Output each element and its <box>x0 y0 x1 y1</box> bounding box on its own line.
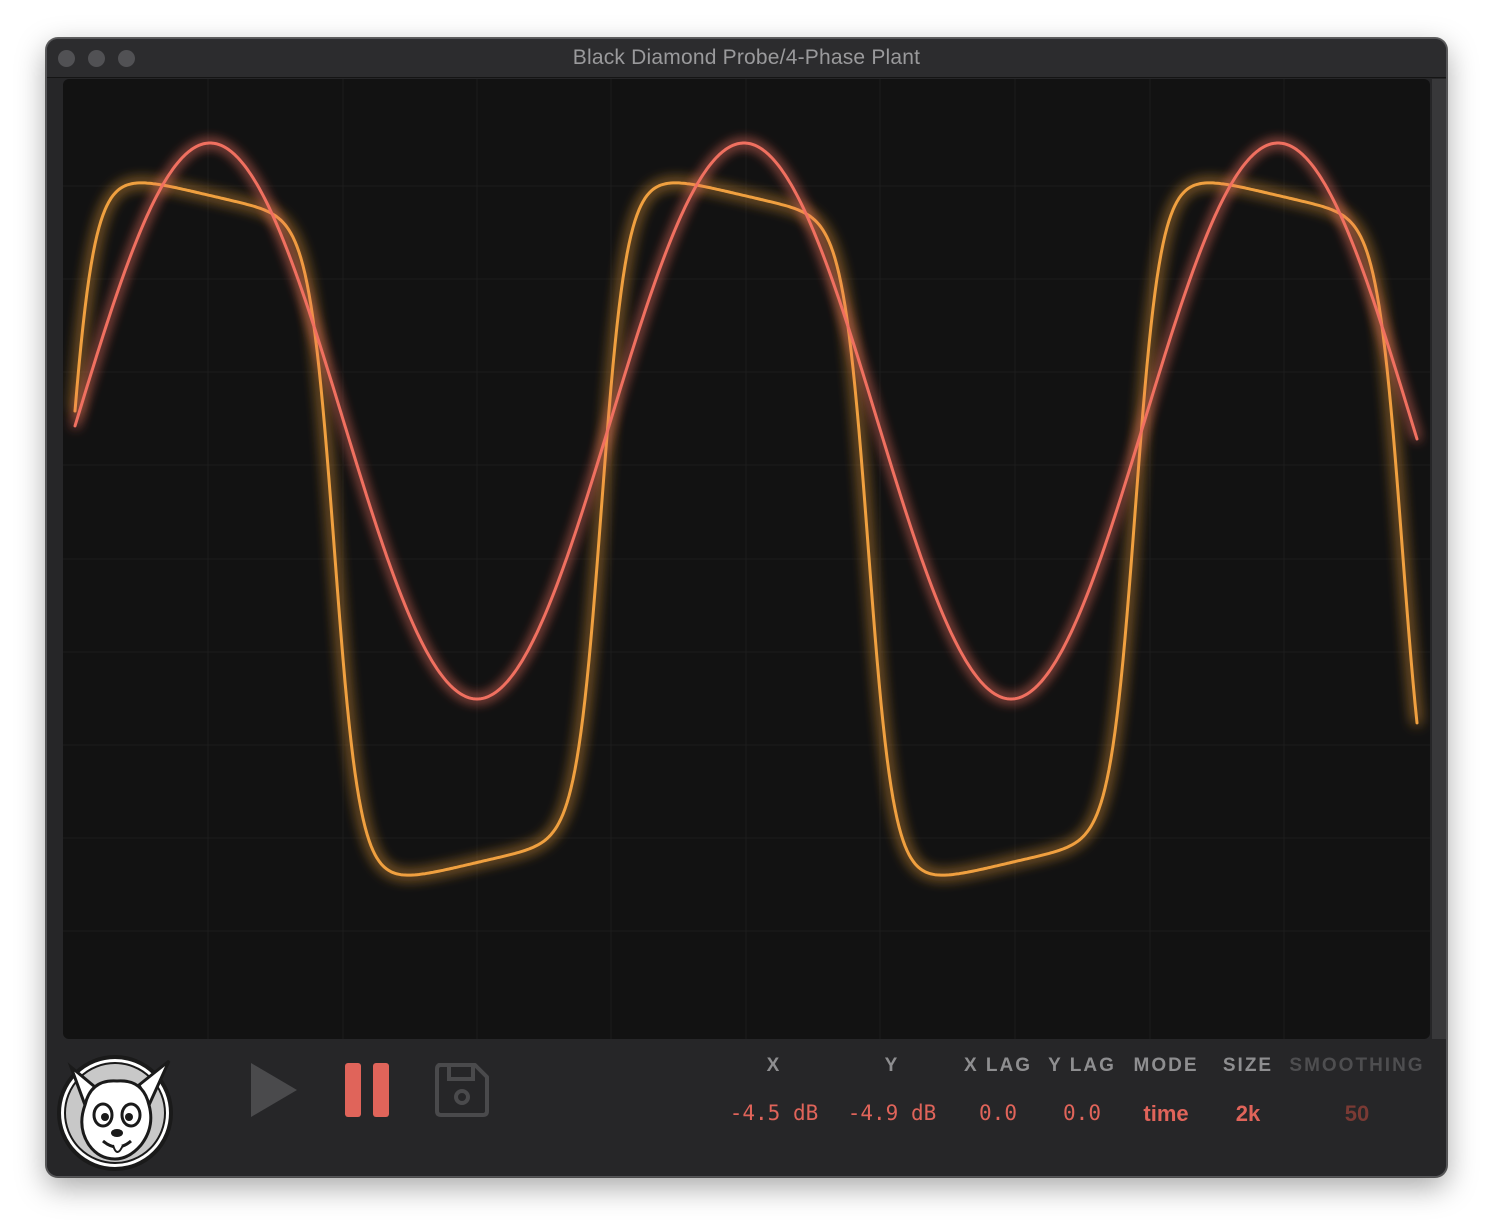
mode-value[interactable]: time <box>1130 1101 1202 1127</box>
y-lag-value[interactable]: 0.0 <box>1046 1101 1118 1125</box>
play-button[interactable] <box>247 1061 299 1124</box>
x-lag-value[interactable]: 0.0 <box>962 1101 1034 1125</box>
scope-grid <box>63 79 1430 1039</box>
play-icon <box>251 1063 297 1117</box>
scope-svg <box>63 79 1430 1039</box>
y-label: Y <box>884 1055 900 1076</box>
size-label: SIZE <box>1222 1055 1274 1076</box>
x-label: X <box>766 1055 782 1076</box>
save-button[interactable] <box>433 1061 491 1124</box>
smoothing-value[interactable]: 50 <box>1317 1101 1397 1127</box>
window-title: Black Diamond Probe/4-Phase Plant <box>572 46 921 69</box>
y-lag-label: Y LAG <box>1048 1055 1116 1076</box>
title-bar[interactable]: Black Diamond Probe/4-Phase Plant <box>47 39 1446 78</box>
mascot-logo <box>51 1047 179 1176</box>
mode-label: MODE <box>1133 1055 1199 1076</box>
oscilloscope-display[interactable] <box>63 79 1430 1039</box>
scope-scrollbar[interactable] <box>1432 79 1446 1039</box>
floppy-disk-icon <box>435 1063 489 1117</box>
pause-icon <box>345 1063 389 1117</box>
x-lag-label: X LAG <box>963 1055 1033 1076</box>
app-window: Black Diamond Probe/4-Phase Plant X -4.5… <box>46 38 1447 1177</box>
control-bar: X -4.5 dB Y -4.9 dB X LAG 0.0 Y LAG 0.0 … <box>47 1041 1446 1176</box>
pause-button[interactable] <box>343 1061 393 1124</box>
size-value[interactable]: 2k <box>1212 1101 1284 1127</box>
x-value[interactable]: -4.5 dB <box>714 1101 834 1125</box>
y-value[interactable]: -4.9 dB <box>832 1101 952 1125</box>
smoothing-label: SMOOTHING <box>1289 1055 1425 1076</box>
